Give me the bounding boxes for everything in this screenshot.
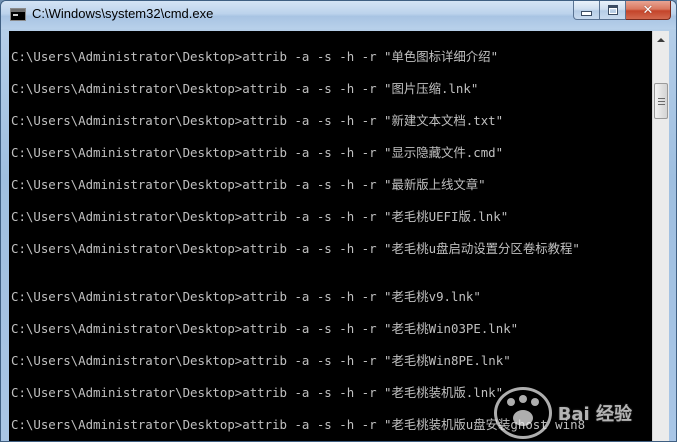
console-line: C:\Users\Administrator\Desktop>attrib -a… <box>11 145 504 160</box>
chevron-up-icon <box>657 37 665 42</box>
scrollbar-thumb[interactable] <box>654 83 668 119</box>
close-icon: ✕ <box>642 2 654 18</box>
minimize-button[interactable] <box>573 1 600 20</box>
caption-buttons: ✕ <box>573 1 671 20</box>
console-line: C:\Users\Administrator\Desktop>attrib -a… <box>11 177 486 192</box>
console-line: C:\Users\Administrator\Desktop>attrib -a… <box>11 321 519 336</box>
grip-icon <box>657 100 665 102</box>
console-line-wrapped: C:\Users\Administrator\Desktop>attrib -a… <box>11 241 580 256</box>
console-icon[interactable] <box>10 8 26 21</box>
console-line: C:\Users\Administrator\Desktop>attrib -a… <box>11 353 511 368</box>
paw-logo-icon <box>493 387 552 439</box>
scroll-up-button[interactable] <box>653 31 669 48</box>
minimize-icon <box>581 10 592 16</box>
window-frame-left <box>1 29 9 441</box>
vertical-scrollbar[interactable] <box>652 31 669 441</box>
baidu-watermark: Bai 经验 <box>493 387 632 439</box>
console-line: C:\Users\Administrator\Desktop>attrib -a… <box>11 49 499 64</box>
grip-icon <box>657 103 665 105</box>
console-line: C:\Users\Administrator\Desktop>attrib -a… <box>11 81 479 96</box>
console-line: C:\Users\Administrator\Desktop>attrib -a… <box>11 113 504 128</box>
watermark-text: Bai 经验 <box>557 404 632 425</box>
console-output[interactable]: C:\Users\Administrator\Desktop>attrib -a… <box>9 31 652 441</box>
grip-icon <box>657 97 665 99</box>
window-title: C:\Windows\system32\cmd.exe <box>32 6 214 21</box>
console-lines: C:\Users\Administrator\Desktop>attrib -a… <box>11 41 652 441</box>
window-frame-right <box>669 29 676 441</box>
console-line: C:\Users\Administrator\Desktop>attrib -a… <box>11 289 481 304</box>
maximize-button[interactable] <box>600 1 626 20</box>
cmd-window: C:\Windows\system32\cmd.exe ✕ C:\Users\A… <box>0 0 677 442</box>
title-bar[interactable]: C:\Windows\system32\cmd.exe ✕ <box>1 1 676 29</box>
maximize-icon <box>607 5 618 15</box>
console-line: C:\Users\Administrator\Desktop>attrib -a… <box>11 209 509 224</box>
close-button[interactable]: ✕ <box>626 1 671 20</box>
